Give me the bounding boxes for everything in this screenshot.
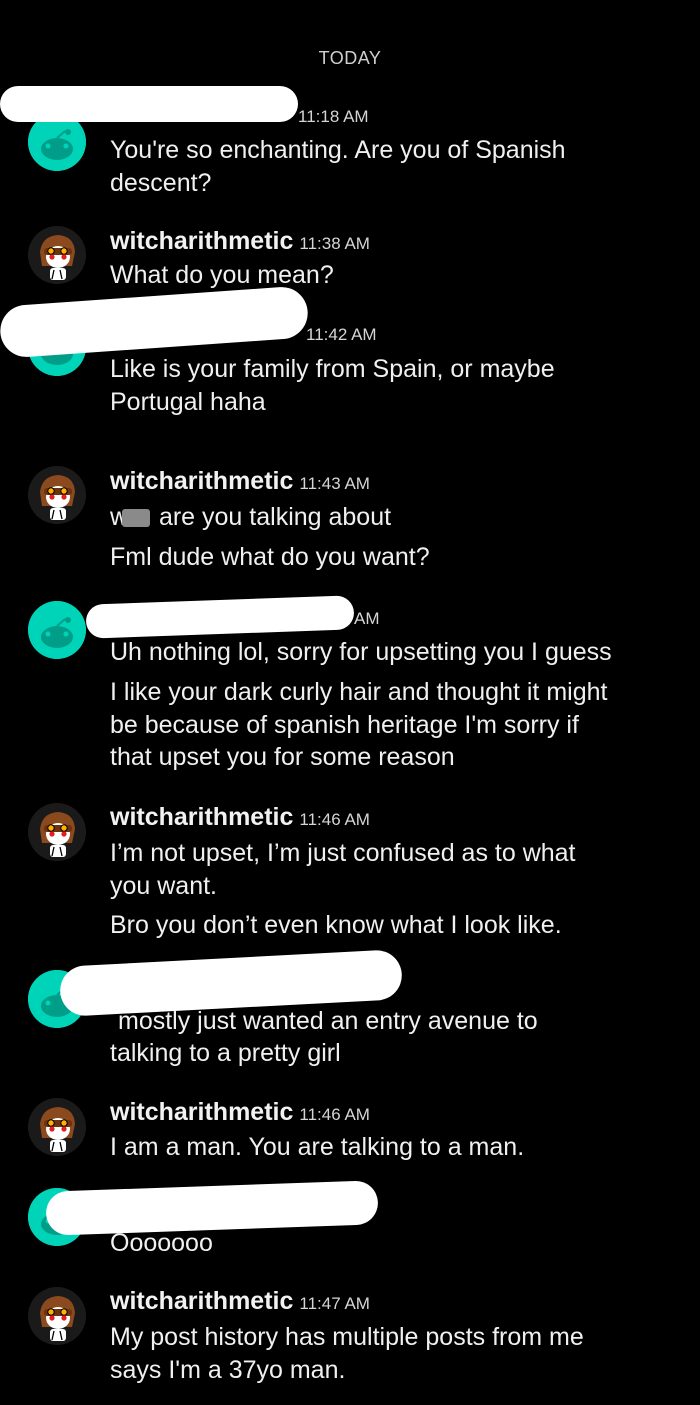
message-header: witcharithmetic 11:46 AM [110, 803, 370, 832]
message-text: I like your dark curly hair and thought … [110, 678, 608, 706]
message-time: 11:46 AM [299, 810, 370, 829]
message-header: witcharithmetic 11:46 AM [110, 1098, 370, 1127]
message-text: Bro you don’t even know what I look like… [110, 911, 562, 939]
message-text: that upset you for some reason [110, 743, 455, 771]
message-text: Fml dude what do you want? [110, 543, 430, 571]
message-time: 11:43 AM [299, 474, 370, 493]
message-text: What do you mean? [110, 261, 334, 289]
username[interactable]: witcharithmetic [110, 467, 293, 495]
message-header: witcharithmetic 11:38 AM [110, 227, 370, 256]
message-text: talking to a pretty girl [110, 1039, 341, 1067]
message-text: w are you talking about [110, 503, 392, 531]
message-text: I am a man. You are talking to a man. [110, 1133, 525, 1161]
reddit-snoo-icon[interactable] [28, 601, 86, 659]
message-time: 11:46 AM [299, 1105, 370, 1124]
username-redaction [85, 595, 355, 639]
username-redaction [0, 86, 298, 122]
message-text: Uh nothing lol, sorry for upsetting you … [110, 638, 612, 666]
message-text: Portugal haha [110, 388, 266, 416]
message-text: you want. [110, 872, 218, 900]
user-avatar-icon[interactable] [28, 803, 86, 861]
message-text-fragment: are you talking about [158, 503, 392, 531]
message-text: mostly just wanted an entry avenue to [118, 1007, 538, 1035]
chat-day-header: TODAY [318, 48, 382, 68]
username[interactable]: witcharithmetic [110, 227, 293, 255]
user-avatar-icon[interactable] [28, 466, 86, 524]
user-avatar-icon[interactable] [28, 1098, 86, 1156]
message-text: Ooooooo [110, 1229, 213, 1257]
message-text: I’m not upset, I’m just confused as to w… [110, 839, 576, 867]
username[interactable]: witcharithmetic [110, 1098, 293, 1126]
user-avatar-icon[interactable] [28, 226, 86, 284]
message-time: AM [354, 609, 380, 628]
username-redaction [0, 285, 310, 359]
username[interactable]: witcharithmetic [110, 803, 293, 831]
message-header: witcharithmetic 11:43 AM [110, 467, 370, 496]
message-text: be because of spanish heritage I'm sorry… [110, 711, 579, 739]
message-time: 11:47 AM [299, 1294, 370, 1313]
message-time: 11:18 AM [298, 107, 369, 126]
user-avatar-icon[interactable] [28, 1287, 86, 1345]
message-time: 11:42 AM [306, 325, 377, 344]
message-text: descent? [110, 169, 212, 197]
message-text: You're so enchanting. Are you of Spanish [110, 136, 566, 164]
message-text: says I'm a 37yo man. [110, 1356, 346, 1384]
message-time: 11:38 AM [299, 234, 370, 253]
message-text: My post history has multiple posts from … [110, 1323, 584, 1351]
text-redaction [122, 509, 150, 528]
message-header: witcharithmetic 11:47 AM [110, 1287, 370, 1316]
username[interactable]: witcharithmetic [110, 1287, 293, 1315]
message-text: Like is your family from Spain, or maybe [110, 355, 555, 383]
